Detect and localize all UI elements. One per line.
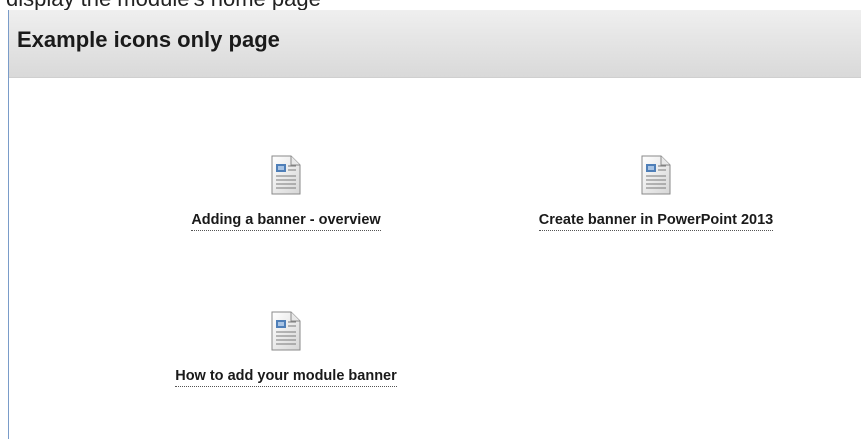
top-cropped-text: display the module's home page xyxy=(0,0,861,10)
document-icon xyxy=(271,311,301,351)
document-icon xyxy=(271,155,301,195)
tile-label-link[interactable]: Create banner in PowerPoint 2013 xyxy=(538,211,774,231)
top-cropped-label: display the module's home page xyxy=(6,0,321,10)
tile-adding-banner-overview[interactable]: Adding a banner - overview xyxy=(155,155,417,231)
page-title: Example icons only page xyxy=(17,27,280,52)
page-header: Example icons only page xyxy=(9,10,861,78)
tile-add-module-banner[interactable]: How to add your module banner xyxy=(133,311,439,387)
tile-label-link[interactable]: Adding a banner - overview xyxy=(191,211,381,231)
tile-create-banner-powerpoint[interactable]: Create banner in PowerPoint 2013 xyxy=(492,155,820,231)
tile-label-link[interactable]: How to add your module banner xyxy=(175,367,397,387)
document-icon xyxy=(641,155,671,195)
